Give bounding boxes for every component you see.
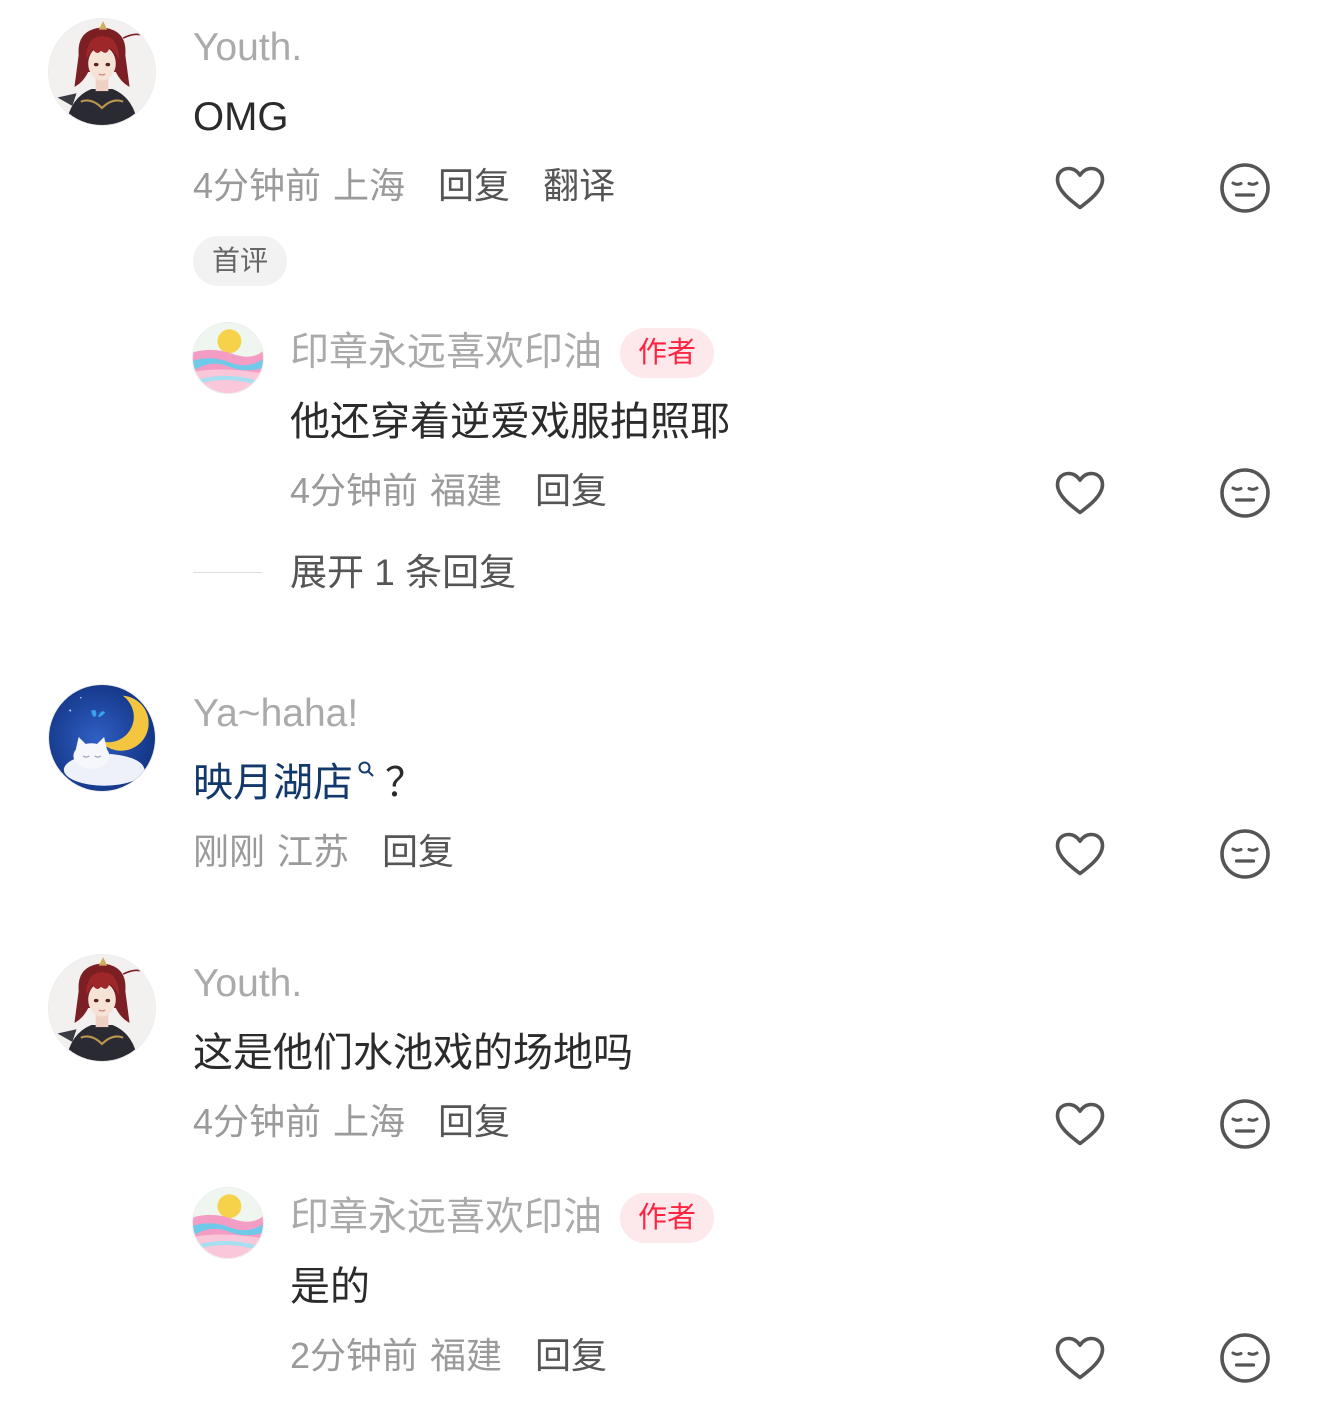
comment-time: 刚刚 [193,831,266,872]
heart-icon [1055,166,1105,210]
comment-meta: 4分钟前 上海 回复 翻译 [193,161,615,211]
reply-location: 福建 [430,1335,503,1376]
avatar[interactable] [192,322,264,394]
reply-item: 印章永远喜欢印油 作者 是的 2分钟前 福建 回复 [0,1170,1320,1400]
avatar[interactable] [192,1187,264,1259]
comment-item: Ya~haha! 映月湖店 ？ 刚刚 江苏 回复 [0,666,1320,906]
like-button[interactable] [1050,824,1110,884]
reply-button[interactable]: 回复 [382,827,454,877]
reply-header: 印章永远喜欢印油 作者 [290,328,715,378]
comment-time: 4分钟前 [193,165,322,206]
heart-icon [1055,832,1105,876]
comment-location: 江苏 [277,831,350,872]
reaction-button[interactable] [1215,1328,1275,1388]
comment-username[interactable]: Youth. [193,23,302,73]
comment-location: 上海 [333,1101,406,1142]
comment-username[interactable]: Youth. [193,959,302,1009]
reply-username[interactable]: 印章永远喜欢印油 [290,1193,602,1243]
heart-icon [1055,1102,1105,1146]
comment-meta: 刚刚 江苏 回复 [193,827,454,877]
comment-content[interactable]: OMG [193,92,289,142]
comment-content[interactable]: 映月湖店 ？ [193,758,425,808]
author-badge: 作者 [620,1193,715,1243]
reply-time: 4分钟前 [290,470,419,511]
emoji-face-icon [1220,1333,1270,1383]
avatar[interactable] [48,954,156,1062]
comment-content[interactable]: 这是他们水池戏的场地吗 [193,1028,633,1078]
comment-item: Youth. OMG 4分钟前 上海 回复 翻译 首评 印章永远喜欢印油 作者 … [0,0,1320,620]
reaction-button[interactable] [1215,463,1275,523]
like-button[interactable] [1050,158,1110,218]
expand-divider [193,572,262,573]
comment-meta: 4分钟前 上海 回复 [193,1097,510,1147]
avatar[interactable] [48,684,156,792]
emoji-face-icon [1220,1099,1270,1149]
heart-icon [1055,1336,1105,1380]
reply-username[interactable]: 印章永远喜欢印油 [290,328,602,378]
author-badge: 作者 [620,328,715,378]
like-button[interactable] [1050,1328,1110,1388]
reaction-button[interactable] [1215,1094,1275,1154]
comment-item: Youth. 这是他们水池戏的场地吗 4分钟前 上海 回复 印章永远喜欢印油 作… [0,936,1320,1408]
comment-time: 4分钟前 [193,1101,322,1142]
reply-header: 印章永远喜欢印油 作者 [290,1193,715,1243]
reply-button[interactable]: 回复 [535,1331,607,1381]
heart-icon [1055,471,1105,515]
first-comment-badge: 首评 [193,236,288,286]
search-link[interactable]: 映月湖店 [193,758,353,808]
reply-item: 印章永远喜欢印油 作者 他还穿着逆爱戏服拍照耶 4分钟前 福建 回复 [0,305,1320,525]
reply-content[interactable]: 是的 [290,1262,370,1312]
avatar[interactable] [48,18,156,126]
reply-content[interactable]: 他还穿着逆爱戏服拍照耶 [290,397,730,447]
reply-meta: 4分钟前 福建 回复 [290,466,607,516]
reply-button[interactable]: 回复 [535,466,607,516]
translate-button[interactable]: 翻译 [543,161,615,211]
reply-button[interactable]: 回复 [438,161,510,211]
reaction-button[interactable] [1215,158,1275,218]
comment-content-suffix: ？ [385,761,425,805]
expand-replies-button[interactable]: 展开 1 条回复 [290,548,516,598]
reply-time: 2分钟前 [290,1335,419,1376]
reply-button[interactable]: 回复 [438,1097,510,1147]
comment-username[interactable]: Ya~haha! [193,689,358,739]
emoji-face-icon [1220,163,1270,213]
comment-location: 上海 [333,165,406,206]
reply-meta: 2分钟前 福建 回复 [290,1331,607,1381]
emoji-face-icon [1220,468,1270,518]
reply-location: 福建 [430,470,503,511]
like-button[interactable] [1050,463,1110,523]
search-icon [358,761,374,777]
reaction-button[interactable] [1215,824,1275,884]
emoji-face-icon [1220,829,1270,879]
like-button[interactable] [1050,1094,1110,1154]
